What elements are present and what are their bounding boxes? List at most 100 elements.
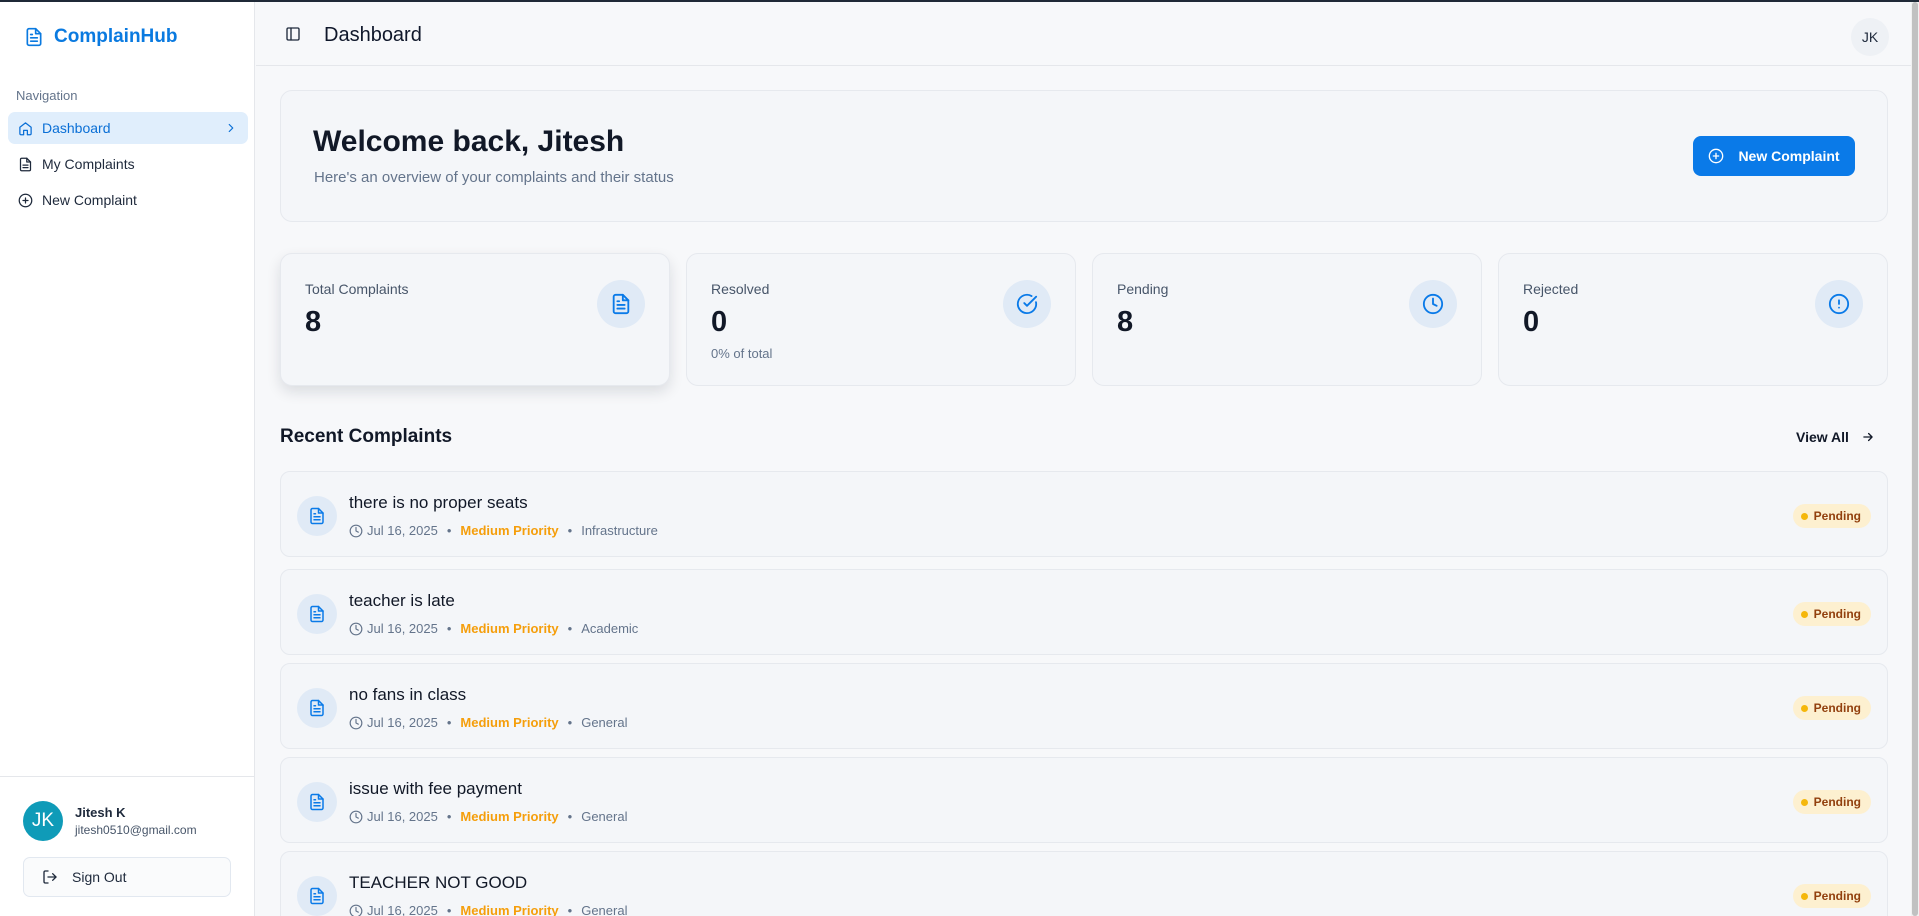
chevron-right-icon [228, 123, 234, 133]
complaint-meta: Jul 16, 2025 • Medium Priority • Academi… [349, 621, 638, 636]
file-icon [26, 27, 42, 47]
welcome-subtitle: Here's an overview of your complaints an… [314, 169, 674, 186]
complaint-title: no fans in class [349, 685, 467, 704]
stat-card-resolved[interactable]: Resolved 0 0% of total [686, 253, 1076, 386]
sidebar-item-new-complaint[interactable]: New Complaint [8, 184, 248, 216]
avatar: JK [23, 801, 63, 841]
complaint-row[interactable]: teacher is late Jul 16, 2025 • Medium Pr… [280, 569, 1888, 655]
complaint-category: General [581, 903, 628, 916]
separator-dot: • [567, 621, 573, 636]
complaint-row[interactable]: TEACHER NOT GOOD Jul 16, 2025 • Medium P… [280, 851, 1888, 916]
stat-label: Resolved [711, 281, 770, 297]
complaint-title: TEACHER NOT GOOD [349, 873, 528, 892]
welcome-title: Welcome back, Jitesh [313, 125, 625, 158]
complaint-meta: Jul 16, 2025 • Medium Priority • Infrast… [349, 523, 658, 538]
complaint-date: Jul 16, 2025 [367, 809, 438, 824]
complaint-category: Academic [581, 621, 639, 636]
separator-dot: • [567, 903, 573, 916]
file-icon [297, 688, 337, 728]
sidebar-item-dashboard[interactable]: Dashboard [8, 112, 248, 144]
complaint-title: there is no proper seats [349, 493, 528, 512]
stat-value: 8 [1117, 306, 1134, 338]
view-all-link[interactable]: View All [1796, 429, 1875, 445]
complaint-priority: Medium Priority [460, 903, 559, 916]
file-icon [297, 594, 337, 634]
sidebar-item-label: My Complaints [42, 156, 135, 172]
user-name: Jitesh K [75, 805, 126, 820]
complaint-meta: Jul 16, 2025 • Medium Priority • General [349, 809, 627, 824]
user-profile[interactable]: JK Jitesh K jitesh0510@gmail.com [23, 801, 197, 841]
complaint-title: issue with fee payment [349, 779, 522, 798]
stat-label: Total Complaints [305, 281, 409, 297]
clock-icon [349, 716, 363, 729]
status-badge: Pending [1792, 884, 1871, 908]
sidebar: ComplainHub Navigation Dashboard My Comp… [0, 2, 255, 916]
status-label: Pending [1813, 509, 1861, 523]
complaint-row[interactable]: no fans in class Jul 16, 2025 • Medium P… [280, 663, 1888, 749]
status-dot [1800, 798, 1808, 806]
complaint-row[interactable]: there is no proper seats Jul 16, 2025 • … [280, 471, 1888, 557]
complaint-row[interactable]: issue with fee payment Jul 16, 2025 • Me… [280, 757, 1888, 843]
clock-icon [349, 524, 363, 537]
check-circle-icon [1003, 280, 1051, 328]
scrollbar[interactable] [1911, 2, 1919, 916]
sidebar-nav: Dashboard My Complaints New Complaint [8, 112, 248, 220]
sidebar-item-label: Dashboard [42, 120, 111, 136]
sidebar-toggle-icon[interactable] [285, 26, 301, 42]
complaint-priority: Medium Priority [460, 621, 559, 636]
file-icon [297, 876, 337, 916]
stat-card-total[interactable]: Total Complaints 8 [280, 253, 670, 386]
scrollbar-thumb[interactable] [1912, 2, 1918, 916]
sign-out-button[interactable]: Sign Out [23, 857, 231, 897]
clock-icon [349, 622, 363, 635]
complaint-priority: Medium Priority [460, 809, 559, 824]
clock-icon [349, 810, 363, 823]
arrow-right-icon [1863, 432, 1873, 442]
stat-value: 8 [305, 306, 322, 338]
status-badge: Pending [1792, 602, 1871, 626]
stat-card-pending[interactable]: Pending 8 [1092, 253, 1482, 386]
status-badge: Pending [1792, 790, 1871, 814]
top-header: Dashboard JK [256, 2, 1919, 66]
new-complaint-button[interactable]: New Complaint [1693, 136, 1855, 176]
status-label: Pending [1813, 607, 1861, 621]
file-icon [19, 157, 32, 171]
sidebar-item-my-complaints[interactable]: My Complaints [8, 148, 248, 180]
status-dot [1800, 892, 1808, 900]
stat-card-rejected[interactable]: Rejected 0 [1498, 253, 1888, 386]
status-label: Pending [1813, 889, 1861, 903]
stat-sub: 0% of total [711, 346, 773, 361]
separator-dot: • [446, 903, 452, 916]
complaint-priority: Medium Priority [460, 715, 559, 730]
complaint-date: Jul 16, 2025 [367, 523, 438, 538]
complaint-category: Infrastructure [581, 523, 658, 538]
sign-out-label: Sign Out [72, 869, 127, 885]
complaint-meta: Jul 16, 2025 • Medium Priority • General [349, 715, 627, 730]
status-badge: Pending [1792, 504, 1871, 528]
complaint-category: General [581, 809, 628, 824]
complaint-priority: Medium Priority [460, 523, 559, 538]
home-icon [19, 121, 32, 135]
header-avatar[interactable]: JK [1851, 18, 1889, 56]
separator-dot: • [446, 715, 452, 730]
stat-label: Pending [1117, 281, 1169, 297]
welcome-card: Welcome back, Jitesh Here's an overview … [280, 90, 1888, 222]
separator-dot: • [567, 715, 573, 730]
complaint-date: Jul 16, 2025 [367, 715, 438, 730]
status-dot [1800, 512, 1808, 520]
recent-complaints-title: Recent Complaints [280, 426, 453, 447]
status-dot [1800, 704, 1808, 712]
stat-value: 0 [1523, 306, 1540, 338]
stat-value: 0 [711, 306, 728, 338]
file-icon [597, 280, 645, 328]
complaint-category: General [581, 715, 628, 730]
new-complaint-label: New Complaint [1738, 148, 1840, 164]
file-icon [297, 782, 337, 822]
plus-circle-icon [1709, 148, 1724, 164]
complaint-meta: Jul 16, 2025 • Medium Priority • General [349, 903, 627, 916]
sidebar-footer: JK Jitesh K jitesh0510@gmail.com Sign Ou… [0, 776, 255, 916]
brand[interactable]: ComplainHub [24, 26, 178, 48]
stat-label: Rejected [1523, 281, 1579, 297]
separator-dot: • [567, 523, 573, 538]
complaint-date: Jul 16, 2025 [367, 903, 438, 916]
